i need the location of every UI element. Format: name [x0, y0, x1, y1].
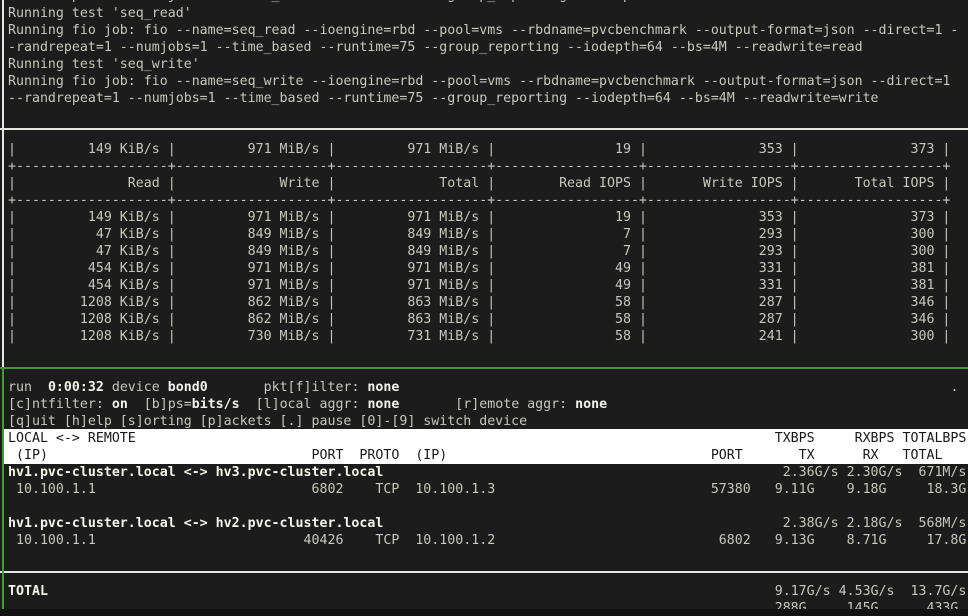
connection-hosts-row: hv1.pvc-cluster.local <-> hv3.pvc-cluste… — [8, 464, 966, 481]
netwatch-status-keys: [q]uit [h]elp [s]orting [p]ackets [.] pa… — [8, 413, 966, 430]
connection-detail-row: 10.100.1.1 40426 TCP 10.100.1.2 6802 9.1… — [8, 532, 966, 549]
fio-output-pane: Running test 'seq_read'Running fio job: … — [8, 5, 958, 107]
bottom-edge — [0, 609, 968, 616]
benchmark-table-row: | 47 KiB/s | 849 MiB/s | 849 MiB/s | 7 |… — [8, 243, 950, 260]
netwatch-total-row: TOTAL 9.17G/s 4.53G/s 13.7G/s — [8, 583, 966, 600]
benchmark-table-row: | 454 KiB/s | 971 MiB/s | 971 MiB/s | 49… — [8, 277, 950, 294]
fio-log-line: Running fio job: fio --name=seq_read --i… — [8, 22, 958, 39]
netwatch-pane: run 0:00:32 device bond0 pkt[f]ilter: no… — [8, 379, 966, 616]
netwatch-header-row: LOCAL <-> REMOTE TXBPS RXBPS TOTALBPS — [8, 430, 966, 447]
left-border-bottom-green — [2, 367, 4, 609]
netwatch-header-row: (IP) PORT PROTO (IP) PORT TX RX TOTAL — [8, 447, 966, 464]
pane-separator-top — [0, 128, 968, 130]
benchmark-table-row: | 1208 KiB/s | 862 MiB/s | 863 MiB/s | 5… — [8, 311, 950, 328]
blank-line — [8, 549, 966, 566]
terminal-scrollback-text: --randrepeat=1 --numjobs=1 --time_based … — [8, 0, 879, 4]
totals-separator — [0, 571, 968, 573]
left-border-top — [2, 0, 4, 367]
benchmark-table-row: | 1208 KiB/s | 730 MiB/s | 731 MiB/s | 5… — [8, 328, 950, 345]
fio-log-line: --randrepeat=1 --numjobs=1 --time_based … — [8, 90, 958, 107]
benchmark-table-row: | 149 KiB/s | 971 MiB/s | 971 MiB/s | 19… — [8, 209, 950, 226]
benchmark-table-row: | 47 KiB/s | 849 MiB/s | 849 MiB/s | 7 |… — [8, 226, 950, 243]
terminal-scrollback-partial: --randrepeat=1 --numjobs=1 --time_based … — [8, 0, 879, 4]
connection-detail-row: 10.100.1.1 6802 TCP 10.100.1.3 57380 9.1… — [8, 481, 966, 498]
benchmark-table-row: | 454 KiB/s | 971 MiB/s | 971 MiB/s | 49… — [8, 260, 950, 277]
blank-line — [8, 566, 966, 583]
benchmark-table-pane: | 149 KiB/s | 971 MiB/s | 971 MiB/s | 19… — [8, 141, 950, 345]
netwatch-status-run: run 0:00:32 device bond0 pkt[f]ilter: no… — [8, 379, 966, 396]
blank-line — [8, 498, 966, 515]
fio-log-line: -randrepeat=1 --numjobs=1 --time_based -… — [8, 39, 958, 56]
benchmark-table-separator: +-------------------+-------------------… — [8, 192, 950, 209]
fio-log-line: Running test 'seq_write' — [8, 56, 958, 73]
fio-log-line: Running test 'seq_read' — [8, 5, 958, 22]
terminal-screen[interactable]: --randrepeat=1 --numjobs=1 --time_based … — [0, 0, 968, 616]
connection-hosts-row: hv1.pvc-cluster.local <-> hv2.pvc-cluste… — [8, 515, 966, 532]
netwatch-status-filters: [c]ntfilter: on [b]ps=bits/s [l]ocal agg… — [8, 396, 966, 413]
pane-separator-green — [0, 367, 968, 369]
benchmark-table-header-row: | Read | Write | Total | Read IOPS | Wri… — [8, 175, 950, 192]
benchmark-table-stale-row: | 149 KiB/s | 971 MiB/s | 971 MiB/s | 19… — [8, 141, 950, 158]
benchmark-table-separator: +-------------------+-------------------… — [8, 158, 950, 175]
fio-log-line: Running fio job: fio --name=seq_write --… — [8, 73, 958, 90]
benchmark-table-row: | 1208 KiB/s | 862 MiB/s | 863 MiB/s | 5… — [8, 294, 950, 311]
